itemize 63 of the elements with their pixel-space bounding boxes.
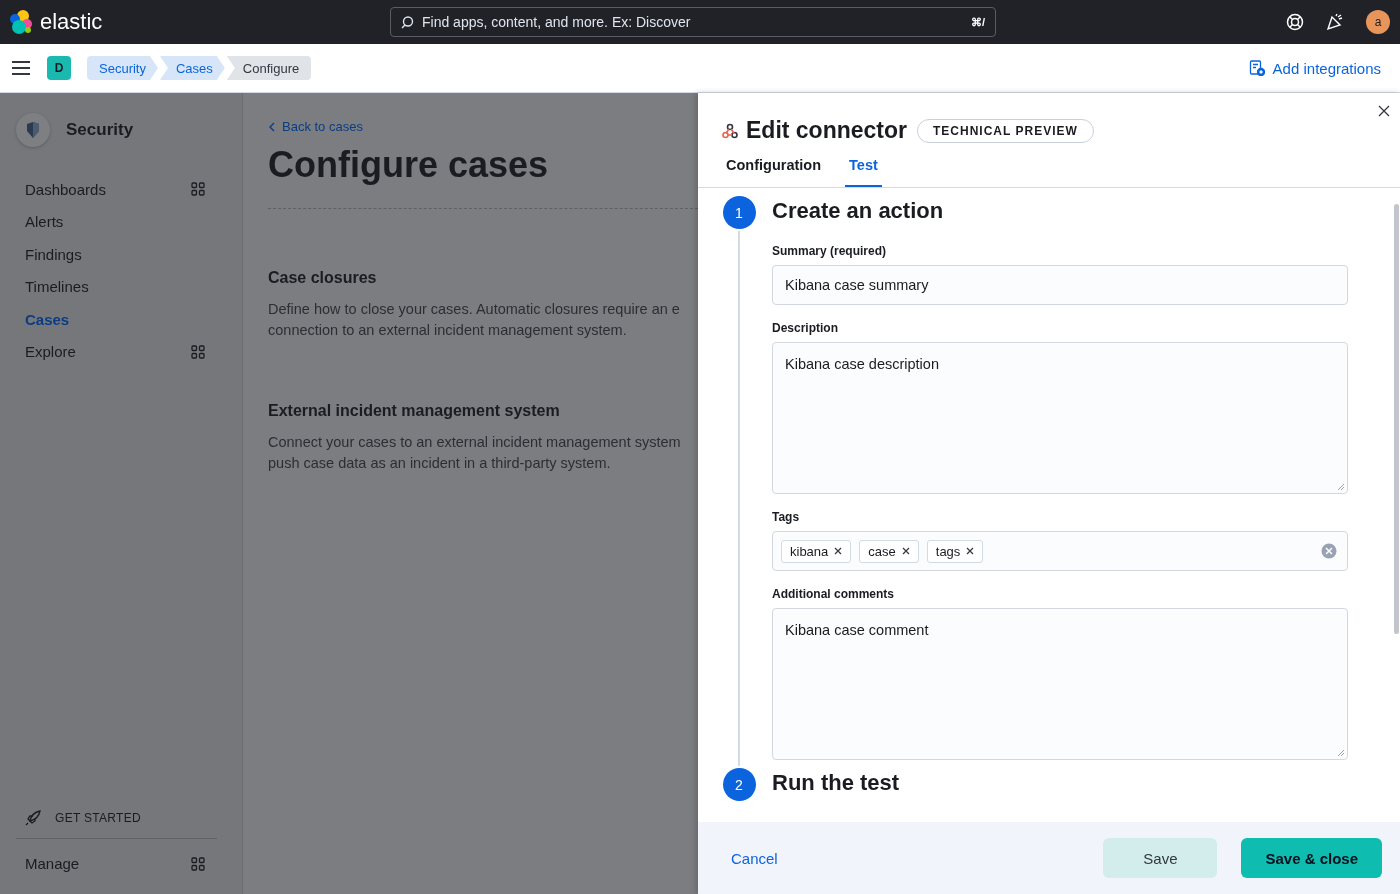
manage-item[interactable]: Manage xyxy=(16,839,217,872)
webhook-icon xyxy=(722,122,738,139)
party-popper-icon[interactable] xyxy=(1326,13,1344,31)
sidebar-item[interactable]: Dashboards xyxy=(16,173,242,206)
grid-icon[interactable] xyxy=(191,182,205,197)
sidebar-item[interactable]: Timelines xyxy=(16,270,242,303)
breadcrumb[interactable]: Security xyxy=(87,56,158,80)
search-field[interactable]: Find apps, content, and more. Ex: Discover ⌘/ xyxy=(390,7,996,37)
resize-grip-icon[interactable] xyxy=(1337,749,1345,757)
section-description: Connect your cases to an external incident management system push case data as an incident in a third-party system. xyxy=(268,433,682,473)
search-icon xyxy=(401,15,414,29)
sidebar-item[interactable]: Explore xyxy=(16,335,242,368)
chevron-left-icon xyxy=(268,121,276,132)
elastic-wordmark: elastic xyxy=(40,9,103,35)
save-and-close-button[interactable]: Save & close xyxy=(1241,838,1382,878)
page-title: Configure cases xyxy=(268,144,550,186)
remove-icon[interactable] xyxy=(966,547,975,555)
space-avatar[interactable]: D xyxy=(47,56,71,80)
help-icon[interactable] xyxy=(1286,13,1304,31)
text-area[interactable]: Kibana case description xyxy=(772,342,1348,494)
get-started-link[interactable]: GET STARTED xyxy=(16,810,217,839)
field-label: Additional comments xyxy=(772,587,895,601)
elastic-logo-icon[interactable] xyxy=(8,9,34,35)
tab[interactable]: Test xyxy=(845,150,882,187)
clear-icon[interactable] xyxy=(1321,543,1337,559)
resize-grip-icon[interactable] xyxy=(1337,483,1345,491)
tag-chip: tags xyxy=(926,539,984,563)
scrollbar[interactable] xyxy=(1394,204,1399,634)
close-icon[interactable] xyxy=(1378,105,1390,117)
tab[interactable]: Configuration xyxy=(726,150,822,187)
shortcut-hint: ⌘/ xyxy=(970,15,985,29)
remove-icon[interactable] xyxy=(901,547,910,555)
sidebar-item[interactable]: Alerts xyxy=(16,205,242,238)
sidebar-item[interactable]: Findings xyxy=(16,238,242,271)
remove-icon[interactable] xyxy=(834,547,843,555)
tags-combo-box[interactable]: kibana case tags xyxy=(772,531,1348,571)
text-area[interactable]: Kibana case comment xyxy=(772,608,1348,760)
integrations-icon xyxy=(1248,60,1265,76)
tag-chip: kibana xyxy=(781,539,852,563)
section-description: Define how to close your cases. Automatic closures require an e connection to an external incident management system. xyxy=(268,300,681,340)
breadcrumb[interactable]: Cases xyxy=(159,56,225,80)
user-avatar[interactable]: a xyxy=(1366,10,1390,34)
summary-input[interactable]: Kibana case summary xyxy=(772,265,1348,305)
step-title: Create an action xyxy=(772,198,945,224)
field-label: Summary (required) xyxy=(772,244,888,258)
flyout-title: Edit connector xyxy=(746,117,907,144)
rocket-icon xyxy=(25,810,41,826)
step-title: Run the test xyxy=(772,770,901,796)
sidebar-title: Security xyxy=(66,120,134,140)
add-integrations-link[interactable]: Add integrations xyxy=(1248,59,1381,77)
section-heading: External incident management system xyxy=(268,402,561,420)
grid-icon[interactable] xyxy=(191,856,205,871)
field-label: Tags xyxy=(772,510,801,524)
step-number: 1 xyxy=(722,196,756,229)
tag-chip: case xyxy=(859,539,919,563)
shield-icon xyxy=(26,122,40,138)
step-number: 2 xyxy=(722,768,756,801)
field-label: Description xyxy=(772,321,839,335)
cancel-button[interactable]: Cancel xyxy=(731,849,778,867)
grid-icon[interactable] xyxy=(191,344,205,359)
menu-icon[interactable] xyxy=(12,61,30,75)
breadcrumb[interactable]: Configure xyxy=(226,56,312,80)
section-heading: Case closures xyxy=(268,269,378,287)
